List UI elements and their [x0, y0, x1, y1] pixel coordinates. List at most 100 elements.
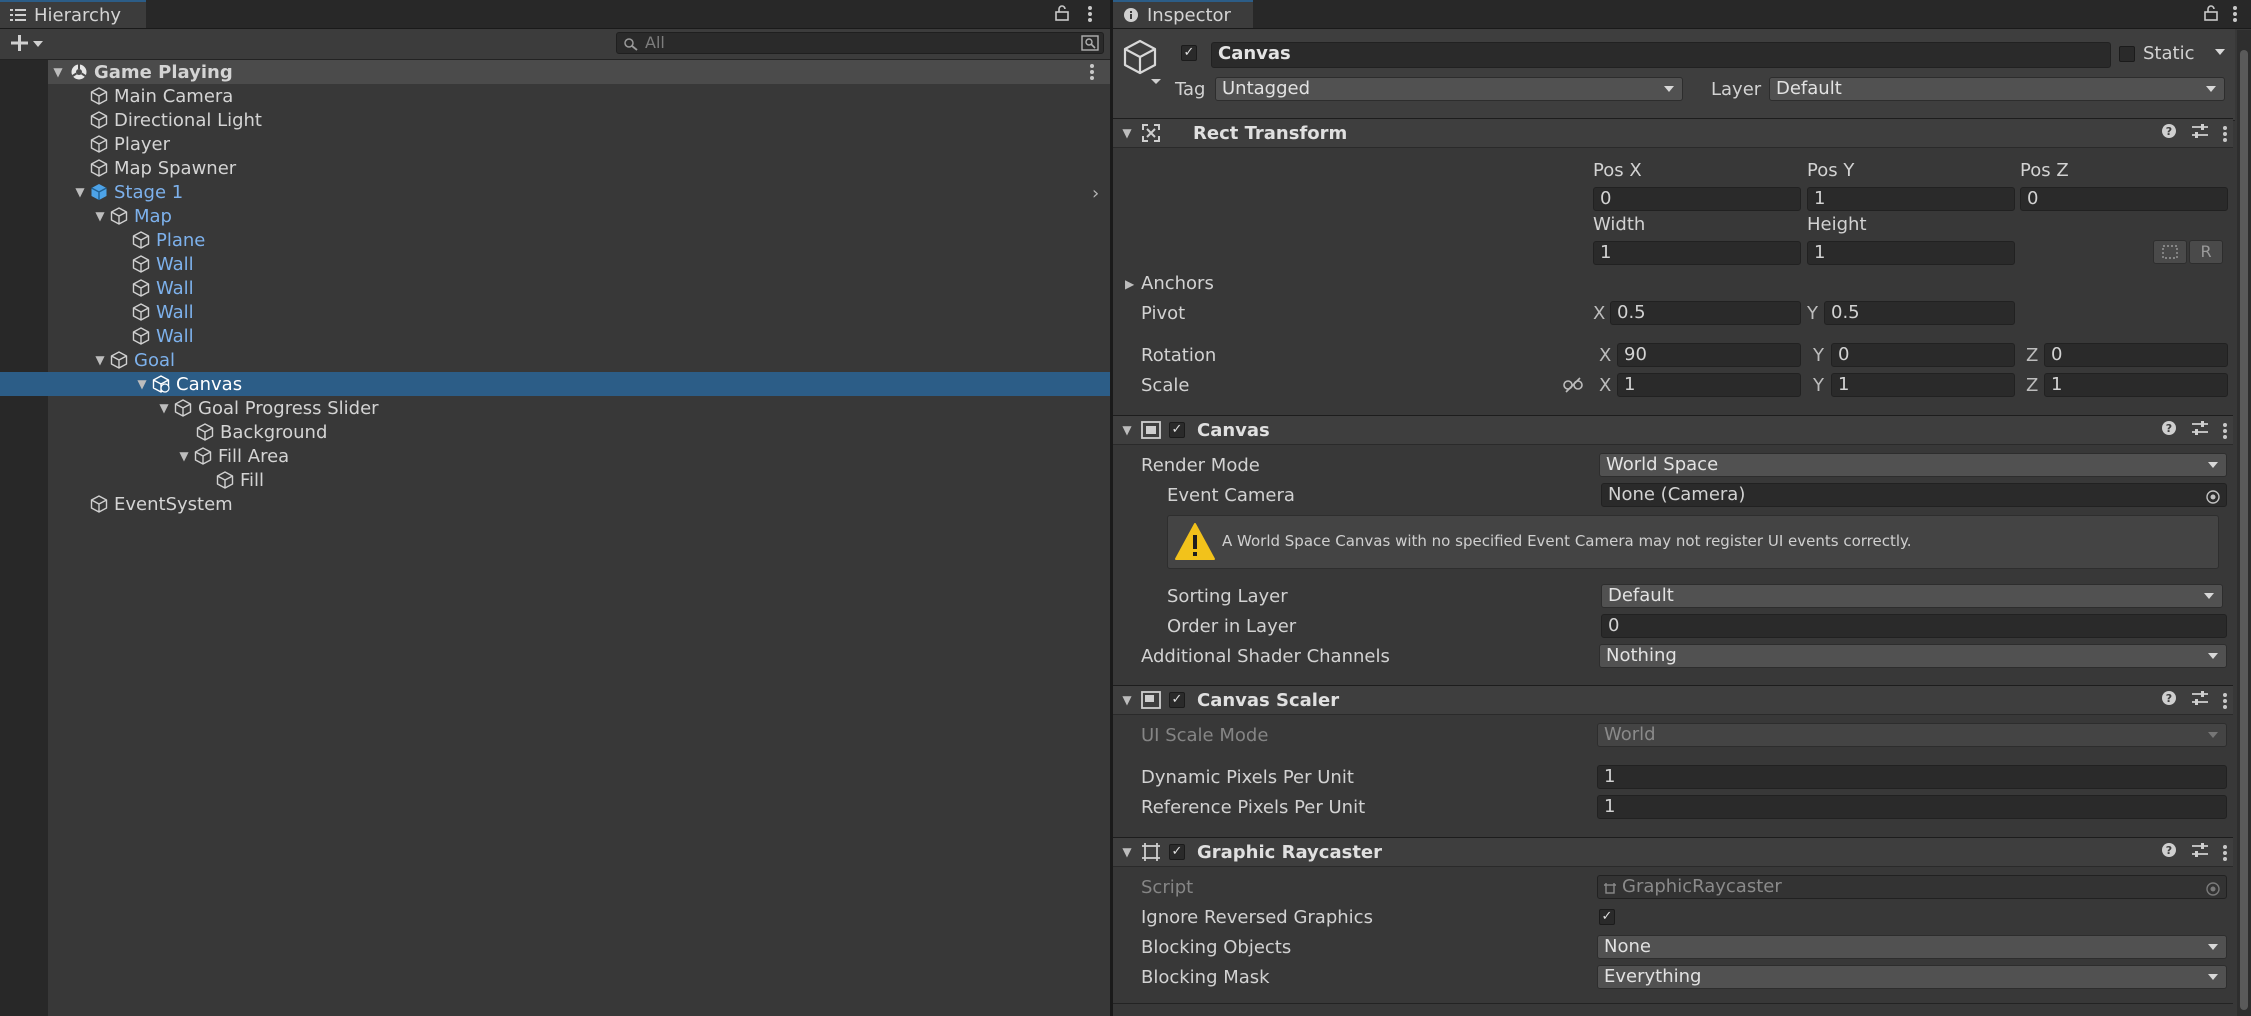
hierarchy-item-main-camera[interactable]: Main Camera	[48, 84, 1110, 108]
help-icon[interactable]: ?	[2161, 842, 2177, 863]
inspector-menu-icon[interactable]	[2233, 4, 2237, 24]
scale-z-field[interactable]: 1	[2044, 373, 2228, 397]
pos-y-field[interactable]: 1	[1807, 187, 2015, 211]
tab-hierarchy[interactable]: Hierarchy	[0, 0, 146, 28]
fold-open-icon[interactable]: ▼	[92, 348, 108, 372]
reference-pixels-field[interactable]: 1	[1597, 795, 2227, 819]
anchors-label[interactable]: Anchors	[1141, 273, 1214, 294]
hierarchy-item-wall[interactable]: Wall	[48, 252, 1110, 276]
add-icon[interactable]	[10, 33, 44, 58]
fold-open-icon[interactable]: ▼	[50, 60, 66, 84]
static-dropdown-icon[interactable]	[2215, 49, 2225, 55]
rotation-y-field[interactable]: 0	[1831, 343, 2015, 367]
render-mode-dropdown[interactable]: World Space	[1599, 453, 2227, 477]
hierarchy-item-wall[interactable]: Wall	[48, 300, 1110, 324]
hierarchy-item-goal[interactable]: ▼ Goal	[48, 348, 1110, 372]
help-icon[interactable]: ?	[2161, 420, 2177, 441]
scale-y-field[interactable]: 1	[1831, 373, 2015, 397]
event-camera-field[interactable]: None (Camera)	[1601, 483, 2227, 507]
hierarchy-item-eventsystem[interactable]: EventSystem	[48, 492, 1110, 516]
fold-open-icon[interactable]: ▼	[1119, 840, 1135, 864]
static-checkbox[interactable]	[2119, 46, 2135, 62]
scale-x-field[interactable]: 1	[1617, 373, 1801, 397]
help-icon[interactable]: ?	[2161, 690, 2177, 711]
fold-closed-icon[interactable]: ▶	[1125, 277, 1134, 291]
pivot-y-field[interactable]: 0.5	[1824, 301, 2015, 325]
hierarchy-item-wall[interactable]: Wall	[48, 276, 1110, 300]
hierarchy-item-player[interactable]: Player	[48, 132, 1110, 156]
hierarchy-item-fill[interactable]: Fill	[48, 468, 1110, 492]
inspector-scrollbar[interactable]	[2237, 30, 2251, 1016]
layer-dropdown[interactable]: Default	[1769, 77, 2225, 101]
fold-open-icon[interactable]: ▼	[72, 180, 88, 204]
tag-dropdown[interactable]: Untagged	[1215, 77, 1683, 101]
component-menu-icon[interactable]	[2223, 843, 2227, 863]
preset-icon[interactable]	[2191, 420, 2209, 441]
lock-icon[interactable]	[1054, 5, 1070, 26]
graphic-raycaster-enabled-checkbox[interactable]: ✓	[1169, 844, 1185, 860]
fold-open-icon[interactable]: ▼	[1119, 418, 1135, 442]
hierarchy-menu-icon[interactable]	[1088, 4, 1092, 24]
constrain-scale-icon[interactable]	[1563, 377, 1583, 398]
rotation-z-field[interactable]: 0	[2044, 343, 2228, 367]
canvas-scaler-header[interactable]: ▼ ✓ Canvas Scaler ?	[1113, 685, 2233, 715]
active-checkbox[interactable]: ✓	[1181, 45, 1197, 61]
canvas-scaler-enabled-checkbox[interactable]: ✓	[1169, 692, 1185, 708]
pos-z-field[interactable]: 0	[2020, 187, 2228, 211]
scrollbar-thumb[interactable]	[2240, 50, 2248, 1010]
scene-row[interactable]: ▼ Game Playing	[48, 60, 1110, 84]
hierarchy-item-directional-light[interactable]: Directional Light	[48, 108, 1110, 132]
pos-x-field[interactable]: 0	[1593, 187, 1801, 211]
blocking-mask-dropdown[interactable]: Everything	[1597, 965, 2227, 989]
help-icon[interactable]: ?	[2161, 123, 2177, 144]
object-name-field[interactable]: Canvas	[1211, 42, 2111, 68]
hierarchy-item-wall[interactable]: Wall	[48, 324, 1110, 348]
rotation-x-field[interactable]: 90	[1617, 343, 1801, 367]
fold-open-icon[interactable]: ▼	[134, 372, 150, 396]
canvas-scaler-title: Canvas Scaler	[1197, 689, 1340, 711]
preset-icon[interactable]	[2191, 842, 2209, 863]
pivot-x-field[interactable]: 0.5	[1610, 301, 1801, 325]
hierarchy-item-canvas[interactable]: ▼ Canvas	[0, 372, 1110, 396]
scene-label: Game Playing	[94, 61, 233, 83]
fold-open-icon[interactable]: ▼	[1119, 688, 1135, 712]
fold-open-icon[interactable]: ▼	[156, 396, 172, 420]
component-menu-icon[interactable]	[2223, 691, 2227, 711]
width-field[interactable]: 1	[1593, 241, 1801, 265]
lock-icon[interactable]	[2203, 5, 2219, 26]
chevron-right-icon[interactable]: ›	[1092, 183, 1099, 204]
preset-icon[interactable]	[2191, 123, 2209, 144]
order-in-layer-field[interactable]: 0	[1601, 614, 2227, 638]
canvas-component-header[interactable]: ▼ ✓ Canvas ?	[1113, 415, 2233, 445]
blocking-objects-dropdown[interactable]: None	[1597, 935, 2227, 959]
height-field[interactable]: 1	[1807, 241, 2015, 265]
hierarchy-item-map[interactable]: ▼ Map	[48, 204, 1110, 228]
graphic-raycaster-header[interactable]: ▼ ✓ Graphic Raycaster ?	[1113, 837, 2233, 867]
hierarchy-item-stage-1[interactable]: ▼ Stage 1 ›	[48, 180, 1110, 205]
shader-channels-dropdown[interactable]: Nothing	[1599, 644, 2227, 668]
fold-open-icon[interactable]: ▼	[92, 204, 108, 228]
gameobject-large-icon[interactable]	[1123, 39, 1163, 90]
object-picker-icon[interactable]	[2206, 488, 2220, 506]
hierarchy-item-background[interactable]: Background	[48, 420, 1110, 444]
tab-inspector[interactable]: Inspector	[1113, 0, 1253, 28]
preset-icon[interactable]	[2191, 690, 2209, 711]
raw-edit-button[interactable]: R	[2189, 240, 2223, 264]
hierarchy-item-goal-progress-slider[interactable]: ▼ Goal Progress Slider	[48, 396, 1110, 420]
dynamic-pixels-field[interactable]: 1	[1597, 765, 2227, 789]
blueprint-mode-button[interactable]	[2153, 240, 2187, 264]
component-menu-icon[interactable]	[2223, 421, 2227, 441]
fold-open-icon[interactable]: ▼	[176, 444, 192, 468]
fold-open-icon[interactable]: ▼	[1119, 121, 1135, 145]
hierarchy-item-fill-area[interactable]: ▼ Fill Area	[48, 444, 1110, 468]
component-menu-icon[interactable]	[2223, 124, 2227, 144]
search-input[interactable]: All	[616, 32, 1104, 54]
hierarchy-item-map-spawner[interactable]: Map Spawner	[48, 156, 1110, 180]
ignore-reversed-checkbox[interactable]: ✓	[1599, 909, 1615, 925]
scene-menu-icon[interactable]	[1090, 62, 1094, 82]
search-scene-icon[interactable]	[1081, 35, 1099, 56]
rect-transform-header[interactable]: ▼ Rect Transform ?	[1113, 118, 2233, 148]
hierarchy-item-plane[interactable]: Plane	[48, 228, 1110, 252]
sorting-layer-dropdown[interactable]: Default	[1601, 584, 2223, 608]
canvas-enabled-checkbox[interactable]: ✓	[1169, 422, 1185, 438]
